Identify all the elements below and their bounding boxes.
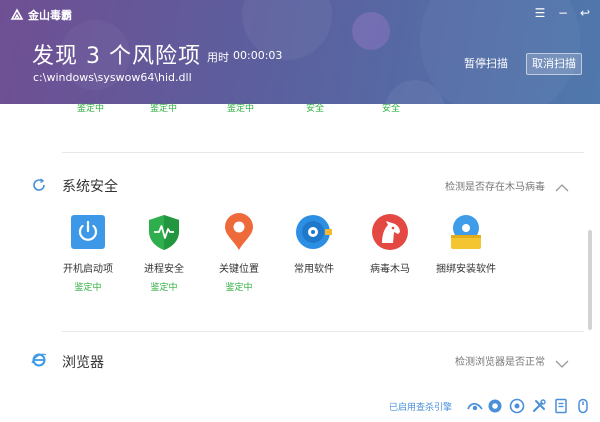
app-logo: 金山毒霸 xyxy=(10,7,72,23)
mouse-icon[interactable] xyxy=(575,398,591,414)
section-title-browser: 浏览器 xyxy=(62,355,104,371)
disc-icon xyxy=(295,213,333,251)
trojan-horse-icon xyxy=(371,213,409,251)
scan-item-label: 开机启动项 xyxy=(63,264,113,275)
elapsed-time: 用时 00:00:03 xyxy=(207,49,282,65)
scrollbar-thumb[interactable] xyxy=(588,230,592,330)
location-pin-icon xyxy=(220,213,258,251)
header-banner: 金山毒霸 ☰ − ↩ 发现 3 个风险项 用时 00:00:03 c:\wind… xyxy=(0,0,600,104)
elapsed-label: 用时 xyxy=(207,51,229,64)
scan-item-bundled-software[interactable]: 捆绑安装软件 xyxy=(436,213,496,290)
scan-item-key-location[interactable]: 关键位置 鉴定中 xyxy=(209,213,269,293)
tools-icon[interactable] xyxy=(531,398,547,414)
section-desc-browser: 检测浏览器是否正常 xyxy=(455,357,545,368)
app-logo-icon xyxy=(10,8,24,20)
engine-status-text[interactable]: 已启用查杀引擎 xyxy=(389,400,452,413)
power-icon xyxy=(69,213,107,251)
prev-row-status-2: 鉴定中 xyxy=(150,104,178,114)
minimize-icon[interactable]: − xyxy=(556,6,570,20)
section-title-system-security: 系统安全 xyxy=(62,179,118,195)
scan-item-status: 鉴定中 xyxy=(74,283,102,293)
scan-item-virus-trojan[interactable]: 病毒木马 xyxy=(360,213,420,290)
engine-icon-2[interactable] xyxy=(487,398,503,414)
scan-item-label: 病毒木马 xyxy=(370,264,410,275)
back-icon[interactable]: ↩ xyxy=(578,6,592,20)
scan-item-label: 关键位置 xyxy=(219,264,259,275)
report-icon[interactable] xyxy=(553,398,569,414)
prev-row-status-5: 安全 xyxy=(382,104,401,114)
current-scan-file: c:\windows\syswow64\hid.dll xyxy=(33,71,192,84)
engine-icon-1[interactable] xyxy=(467,398,483,414)
scan-item-common-software[interactable]: 常用软件 xyxy=(284,213,344,290)
refresh-icon xyxy=(31,177,47,197)
section-divider xyxy=(62,152,584,153)
shield-pulse-icon xyxy=(145,213,183,251)
pause-scan-button[interactable]: 暂停扫描 xyxy=(458,54,514,74)
prev-row-status-3: 鉴定中 xyxy=(227,104,255,114)
page-title: 发现 3 个风险项 xyxy=(32,44,201,69)
prev-row-status-4: 安全 xyxy=(306,104,325,114)
decor-bubble xyxy=(352,12,390,50)
scan-item-status: 鉴定中 xyxy=(225,283,253,293)
bundle-disc-icon xyxy=(447,213,485,251)
scan-item-label: 常用软件 xyxy=(294,264,334,275)
scan-item-process[interactable]: 进程安全 鉴定中 xyxy=(134,213,194,293)
menu-icon[interactable]: ☰ xyxy=(533,6,547,20)
prev-row-status-1: 鉴定中 xyxy=(77,104,105,114)
scan-item-startup[interactable]: 开机启动项 鉴定中 xyxy=(58,213,118,293)
ie-browser-icon xyxy=(31,352,47,372)
elapsed-value: 00:00:03 xyxy=(233,49,283,62)
section-desc-system-security: 检测是否存在木马病毒 xyxy=(445,182,545,193)
footer-bar: 已启用查杀引擎 xyxy=(0,392,600,422)
chevron-down-icon[interactable] xyxy=(555,354,569,373)
cancel-scan-button[interactable]: 取消扫描 xyxy=(526,53,582,75)
scan-item-label: 捆绑安装软件 xyxy=(436,264,496,275)
app-name: 金山毒霸 xyxy=(28,9,72,22)
chevron-up-icon[interactable] xyxy=(555,178,569,197)
engine-icon-3[interactable] xyxy=(509,398,525,414)
section-divider xyxy=(62,331,584,332)
scan-item-label: 进程安全 xyxy=(144,264,184,275)
scan-item-status: 鉴定中 xyxy=(150,283,178,293)
